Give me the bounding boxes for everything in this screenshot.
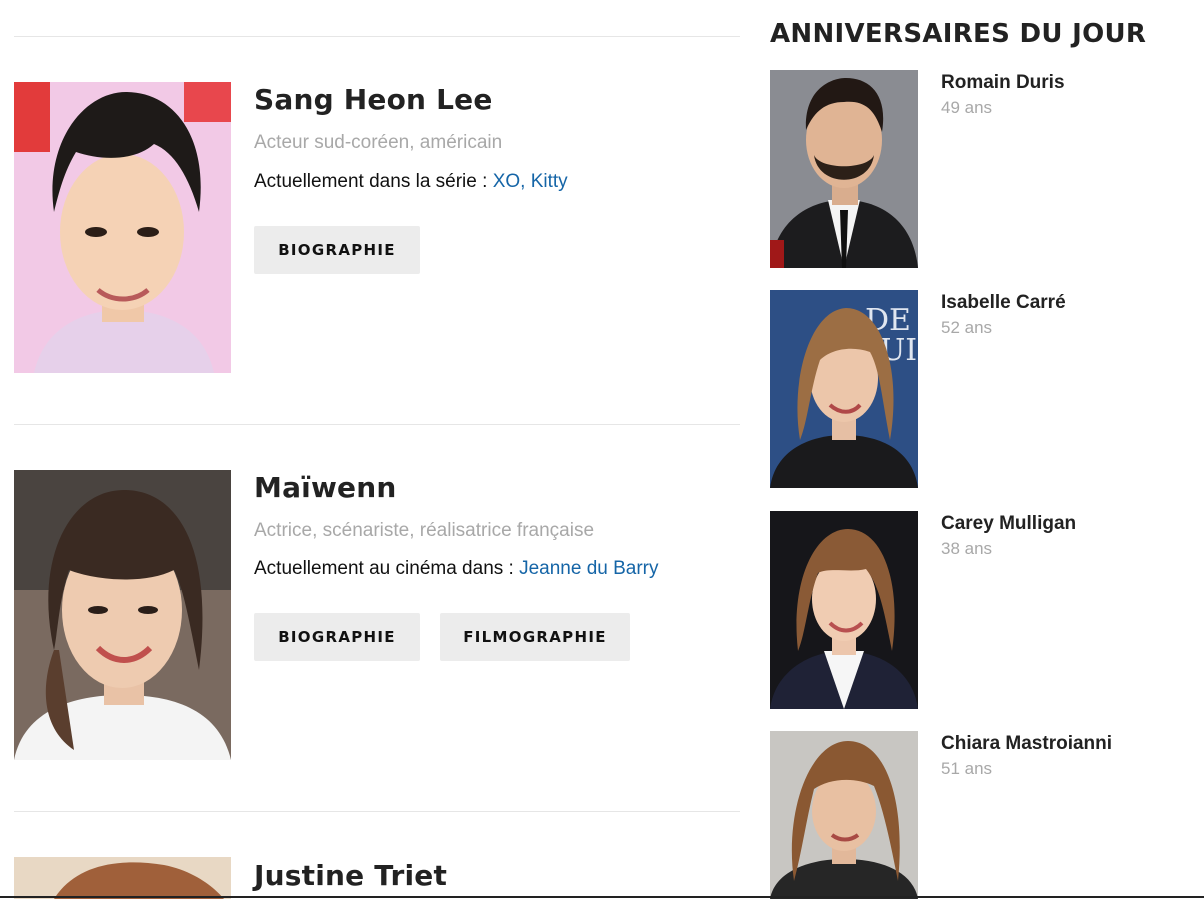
current-project: Actuellement au cinéma dans : Jeanne du … bbox=[254, 558, 659, 580]
biography-button[interactable]: BIOGRAPHIE bbox=[254, 613, 420, 661]
divider bbox=[14, 811, 740, 812]
birthday-name[interactable]: Carey Mulligan bbox=[941, 513, 1076, 535]
person-card: Maïwenn Actrice, scénariste, réalisatric… bbox=[14, 470, 740, 770]
person-photo[interactable] bbox=[14, 857, 231, 899]
birthday-age: 38 ans bbox=[941, 539, 993, 558]
person-card: Justine Triet bbox=[14, 857, 740, 899]
person-name[interactable]: Justine Triet bbox=[254, 859, 447, 892]
bottom-border bbox=[0, 896, 1204, 898]
person-photo[interactable] bbox=[14, 470, 231, 760]
birthday-name[interactable]: Chiara Mastroianni bbox=[941, 733, 1112, 755]
birthday-photo[interactable] bbox=[770, 731, 918, 899]
birthday-name[interactable]: Isabelle Carré bbox=[941, 292, 1066, 314]
filmography-button[interactable]: FILMOGRAPHIE bbox=[440, 613, 630, 661]
current-project-link[interactable]: XO, Kitty bbox=[493, 171, 568, 192]
current-project-label: Actuellement dans la série : bbox=[254, 171, 493, 192]
person-role: Acteur sud-coréen, américain bbox=[254, 132, 503, 153]
birthday-item[interactable]: Chiara Mastroianni 51 ans bbox=[770, 731, 1190, 899]
birthday-photo[interactable] bbox=[770, 511, 918, 709]
birthday-age: 52 ans bbox=[941, 318, 993, 337]
divider bbox=[14, 424, 740, 425]
divider bbox=[14, 36, 740, 37]
birthday-age: 51 ans bbox=[941, 759, 993, 778]
person-card: Sang Heon Lee Acteur sud-coréen, américa… bbox=[14, 82, 740, 382]
person-photo[interactable] bbox=[14, 82, 231, 373]
sidebar-title: ANNIVERSAIRES DU JOUR bbox=[770, 19, 1147, 49]
biography-button[interactable]: BIOGRAPHIE bbox=[254, 226, 420, 274]
person-role: Actrice, scénariste, réalisatrice frança… bbox=[254, 520, 595, 541]
birthday-name[interactable]: Romain Duris bbox=[941, 72, 1065, 94]
birthday-item[interactable]: Romain Duris 49 ans bbox=[770, 70, 1190, 268]
birthday-photo[interactable]: DE UI bbox=[770, 290, 918, 488]
birthday-age: 49 ans bbox=[941, 98, 993, 117]
birthday-item[interactable]: Carey Mulligan 38 ans bbox=[770, 511, 1190, 709]
birthday-item[interactable]: DE UI Isabelle Carré 52 ans bbox=[770, 290, 1190, 488]
current-project: Actuellement dans la série : XO, Kitty bbox=[254, 171, 568, 193]
person-name[interactable]: Maïwenn bbox=[254, 471, 396, 504]
person-name[interactable]: Sang Heon Lee bbox=[254, 83, 493, 116]
current-project-link[interactable]: Jeanne du Barry bbox=[519, 558, 658, 579]
birthday-photo[interactable] bbox=[770, 70, 918, 268]
current-project-label: Actuellement au cinéma dans : bbox=[254, 558, 520, 579]
